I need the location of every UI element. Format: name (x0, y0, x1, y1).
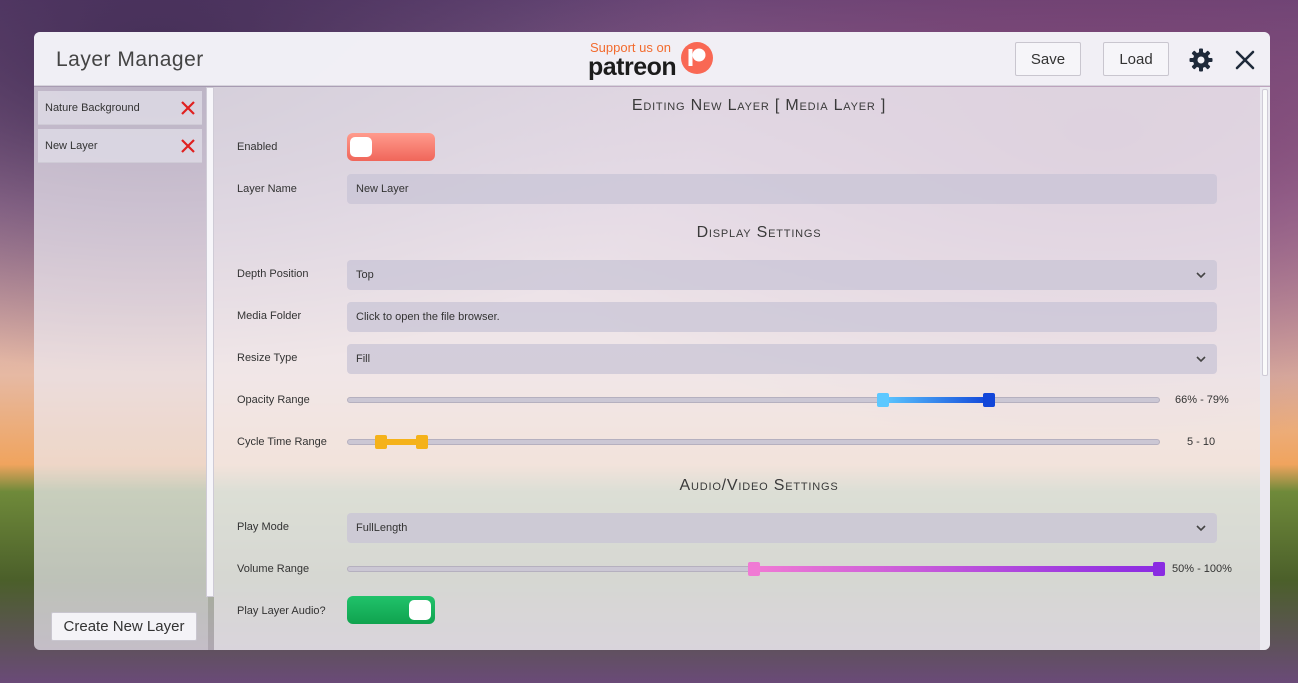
save-button[interactable]: Save (1015, 42, 1081, 76)
depth-position-label: Depth Position (237, 268, 309, 280)
layer-item-new-layer[interactable]: New Layer (38, 129, 202, 163)
play-mode-label: Play Mode (237, 521, 289, 533)
cycle-time-range-label: Cycle Time Range (237, 436, 327, 448)
editor-scrollbar[interactable] (1260, 87, 1270, 650)
layer-item-nature-background[interactable]: Nature Background (38, 91, 202, 125)
chevron-down-icon (1196, 356, 1206, 363)
patreon-icon (681, 42, 713, 74)
volume-range-value: 50% - 100% (1172, 563, 1232, 575)
opacity-range-value: 66% - 79% (1175, 394, 1229, 406)
media-folder-picker[interactable]: Click to open the file browser. (347, 302, 1217, 332)
opacity-range-slider[interactable] (347, 393, 1160, 407)
layer-name-input[interactable]: New Layer (347, 174, 1217, 204)
layer-manager-window: Layer Manager Support us on patreon Save… (34, 32, 1270, 650)
play-mode-value: FullLength (356, 522, 408, 534)
load-button[interactable]: Load (1103, 42, 1169, 76)
delete-layer-icon[interactable] (180, 138, 196, 154)
play-layer-audio-label: Play Layer Audio? (237, 605, 326, 617)
opacity-range-label: Opacity Range (237, 394, 310, 406)
opacity-max-handle[interactable] (982, 393, 995, 407)
cycle-max-handle[interactable] (415, 435, 428, 449)
cycle-min-handle[interactable] (374, 435, 387, 449)
cycle-time-range-slider[interactable] (347, 435, 1160, 449)
audio-video-settings-heading: Audio/Video Settings (679, 477, 839, 494)
editor-heading: Editing New Layer [ Media Layer ] (631, 97, 887, 114)
resize-type-value: Fill (356, 353, 371, 365)
volume-min-handle[interactable] (747, 562, 760, 576)
opacity-min-handle[interactable] (877, 393, 890, 407)
editor-scrollbar-thumb[interactable] (1262, 89, 1268, 376)
chevron-down-icon (1196, 272, 1206, 279)
chevron-down-icon (1196, 525, 1206, 532)
volume-max-handle[interactable] (1153, 562, 1165, 576)
cycle-time-range-value: 5 - 10 (1187, 436, 1216, 448)
media-folder-label: Media Folder (237, 310, 302, 322)
patreon-wordmark: patreon (588, 53, 677, 81)
sidebar-scrollbar[interactable] (206, 87, 214, 597)
enabled-label: Enabled (237, 141, 278, 153)
display-settings-heading: Display Settings (696, 224, 822, 241)
layer-name-value: New Layer (356, 183, 409, 195)
media-folder-value: Click to open the file browser. (356, 311, 500, 323)
slider-fill (753, 566, 1159, 572)
window-title: Layer Manager (56, 48, 204, 71)
layer-name-label: Layer Name (237, 183, 297, 195)
toggle-knob (409, 600, 431, 620)
volume-range-slider[interactable] (347, 562, 1165, 576)
depth-position-select[interactable]: Top (347, 260, 1217, 290)
play-mode-select[interactable]: FullLength (347, 513, 1217, 543)
layer-item-label: New Layer (45, 140, 98, 152)
patreon-logo-link[interactable]: Support us on patreon (588, 39, 718, 81)
resize-type-select[interactable]: Fill (347, 344, 1217, 374)
enabled-toggle[interactable] (347, 133, 435, 161)
close-icon[interactable] (1234, 49, 1256, 71)
title-bar: Layer Manager Support us on patreon Save… (34, 32, 1270, 86)
volume-range-label: Volume Range (237, 563, 310, 575)
gear-icon[interactable] (1189, 48, 1213, 72)
depth-position-value: Top (356, 269, 374, 281)
layer-item-label: Nature Background (45, 102, 140, 114)
layer-editor-panel: Editing New Layer [ Media Layer ] Enable… (214, 87, 1260, 650)
toggle-knob (350, 137, 372, 157)
play-layer-audio-toggle[interactable] (347, 596, 435, 624)
layer-list-sidebar: Nature Background New Layer (34, 87, 208, 650)
slider-fill (883, 397, 989, 403)
create-new-layer-button[interactable]: Create New Layer (51, 612, 197, 641)
resize-type-label: Resize Type (237, 352, 298, 364)
delete-layer-icon[interactable] (180, 100, 196, 116)
